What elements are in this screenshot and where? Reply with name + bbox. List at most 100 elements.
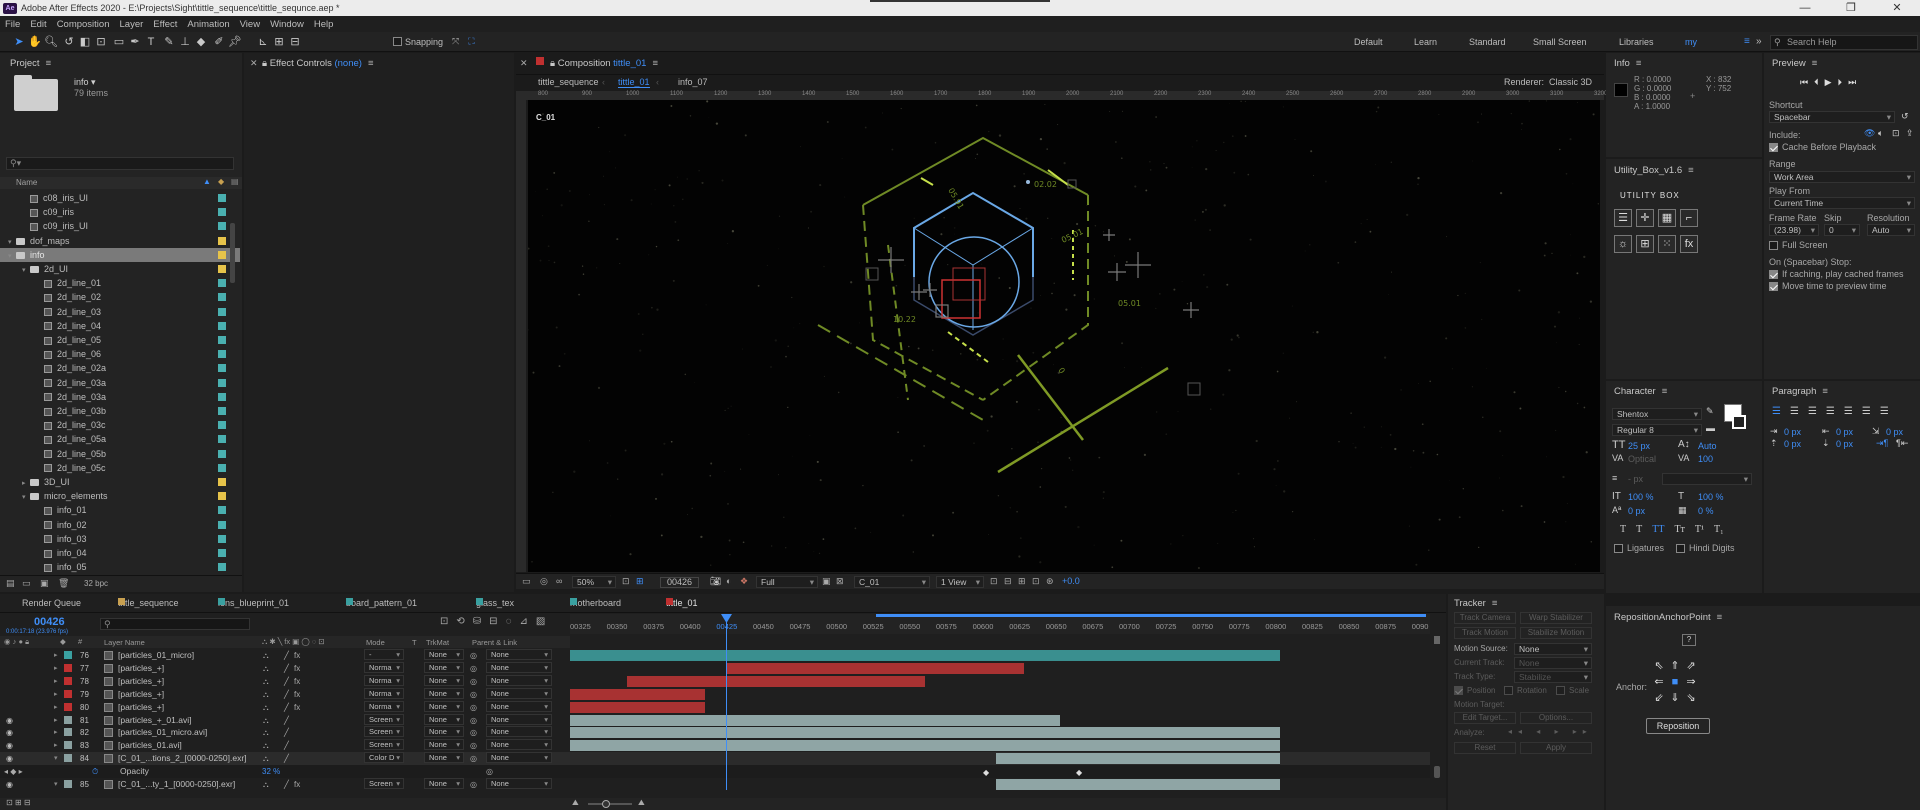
zoom-tool-icon[interactable]: 🔍︎ [44,35,58,49]
layer-duration-bar[interactable] [726,662,1025,674]
label-color-swatch[interactable] [218,534,226,543]
baseline-value[interactable]: 0 px [1628,506,1645,516]
label-color-swatch[interactable] [218,435,226,444]
menu-item-layer[interactable]: Layer [115,19,149,30]
opacity-property-row[interactable]: ◂ ◆ ▸ ⏱ Opacity 32 % ◎ ◆ ◆ [0,765,1430,779]
anchor-right-icon[interactable]: ⇒ [1683,674,1699,690]
show-snapshot-icon[interactable]: ◐ [726,576,731,586]
layer-label-swatch[interactable] [64,676,72,685]
label-color-swatch[interactable] [218,378,226,387]
stabilize-motion-button[interactable]: Stabilize Motion [1520,627,1592,639]
project-scrollbar[interactable] [230,223,235,283]
trkmat-dropdown[interactable]: None [424,739,464,751]
exposure-reset-icon[interactable]: ⊛ [1046,576,1054,587]
parent-dropdown[interactable]: None [486,700,552,712]
pickwhip-icon[interactable]: ◎ [470,701,477,714]
menu-item-view[interactable]: View [235,19,265,30]
mode-column[interactable]: Mode [366,638,385,647]
project-item[interactable]: info_04 [0,546,240,560]
layer-duration-bar[interactable] [570,650,1280,661]
ligatures-option[interactable]: Ligatures [1614,543,1664,553]
renderer-value[interactable]: Classic 3D [1549,77,1592,87]
comp-mini-flowchart-icon[interactable]: ⊡ [440,616,448,627]
layer-label-swatch[interactable] [64,663,72,672]
expression-pickwhip-icon[interactable]: ◎ [486,765,493,778]
blending-mode-dropdown[interactable]: Screen [364,739,404,751]
project-item[interactable]: 2d_line_03 [0,305,240,319]
close-tab-icon[interactable]: ✕ [520,58,528,69]
quality-switch-icon[interactable]: ╱ [284,662,289,675]
track-camera-button[interactable]: Track Camera [1454,612,1516,624]
parent-dropdown[interactable]: None [486,649,552,660]
current-time-indicator[interactable] [726,614,727,790]
timeline-tab[interactable]: Render Queue [22,598,81,608]
local-axis-icon[interactable]: ⊾ [256,35,270,49]
parent-dropdown[interactable]: None [486,778,552,789]
comp-flowchart-icon[interactable]: ⊞ [1018,576,1026,587]
close-icon[interactable]: ✕ [1874,0,1920,16]
expand-layer-icon[interactable]: ▸ [54,649,58,662]
layer-label-swatch[interactable] [64,741,72,750]
project-item[interactable]: c08_iris_UI [0,191,240,205]
justify-right-icon[interactable]: ☰ [1862,406,1871,417]
pickwhip-icon[interactable]: ◎ [470,752,477,765]
shy-switch-icon[interactable]: ⛬ [263,675,269,688]
blending-mode-dropdown[interactable]: Screen [364,713,404,725]
eraser-tool-icon[interactable]: ◆ [194,35,208,49]
stroke-style-dropdown[interactable] [1662,473,1752,485]
tracker-tab[interactable]: Tracker ≡ [1454,598,1497,609]
trkmat-dropdown[interactable]: None [424,752,464,764]
label-color-swatch[interactable] [218,407,226,415]
menu-item-file[interactable]: File [0,19,25,30]
layer-label-swatch[interactable] [64,715,72,724]
viewer-timecode[interactable]: 00426 [660,577,700,588]
font-style-dropdown[interactable]: Regular 8 [1612,424,1702,436]
workspace-standard[interactable]: Standard [1469,37,1506,47]
expand-layer-icon[interactable]: ▸ [54,714,58,727]
project-item[interactable]: 2d_line_02a [0,361,240,375]
layer-duration-bar[interactable] [996,753,1280,765]
sort-icon[interactable]: ▲ [203,177,211,186]
text-style-button[interactable]: TT [1652,524,1664,535]
shy-switch-icon[interactable]: ⛬ [263,701,269,714]
timeline-tab[interactable]: tittle_sequence [118,598,179,608]
project-search-input[interactable]: ⚲▾ [6,157,234,170]
zoom-out-icon[interactable]: ⛰ [572,798,579,808]
type-column-icon[interactable]: ▤ [231,177,239,186]
project-item[interactable]: 2d_line_05c [0,461,240,475]
pickwhip-icon[interactable]: ◎ [470,778,477,791]
blending-mode-dropdown[interactable]: Norma [364,674,404,686]
align-left-icon[interactable]: ☰ [1614,209,1632,227]
project-item[interactable]: ▾ micro_elements [0,489,240,503]
project-item[interactable]: 2d_line_01 [0,276,240,290]
selection-tool-icon[interactable]: ➤ [12,35,26,49]
parent-dropdown[interactable]: None [486,661,552,673]
timeline-tab[interactable]: tittle_01 [666,598,698,608]
opacity-value[interactable]: 32 % [262,765,280,778]
workspace-learn[interactable]: Learn [1414,37,1437,47]
layer-name[interactable]: [particles_+] [118,662,164,675]
project-item[interactable]: 2d_line_03b [0,404,240,418]
include-audio-icon[interactable]: 🔈︎ [1878,128,1883,139]
world-axis-icon[interactable]: ⊞ [272,35,286,49]
space-after-value[interactable]: 0 px [1836,439,1853,449]
stroke-color-swatch[interactable] [1732,415,1746,429]
visibility-eye-icon[interactable]: ◉ [6,714,13,727]
horizontal-scale-value[interactable]: 100 % [1698,492,1724,502]
layer-row[interactable]: ◉ ▾ 84 [C_01_...tions_2_[0000-0250].exr] ⛬ ╱ C… [0,752,1430,766]
shy-switch-icon[interactable]: ⛬ [263,726,269,739]
toggle-pixel-aspect-icon[interactable]: ⊡ [990,576,998,587]
timeline-zoom-slider[interactable] [588,800,632,808]
layer-row[interactable]: ◉ ▸ 82 [particles_01_micro.avi] ⛬ ╱ Screen None… [0,726,1430,739]
justify-all-icon[interactable]: ☰ [1880,406,1889,417]
menu-item-composition[interactable]: Composition [52,19,115,30]
project-item[interactable]: c09_iris_UI [0,219,240,233]
project-item[interactable]: 2d_line_06 [0,347,240,361]
next-frame-icon[interactable]: ⏵ [1838,77,1849,87]
brush-tool-icon[interactable]: ✎ [162,35,176,49]
label-color-swatch[interactable] [218,279,226,288]
trkmat-column[interactable]: TrkMat [426,638,449,647]
snapping-toggle[interactable]: Snapping ⤧ ⛶ [393,36,475,47]
layer-row[interactable]: ▸ 80 [particles_+] ⛬ ╱ fx Norma None ◎ None [0,700,1430,714]
reset-button[interactable]: Reset [1454,742,1516,754]
